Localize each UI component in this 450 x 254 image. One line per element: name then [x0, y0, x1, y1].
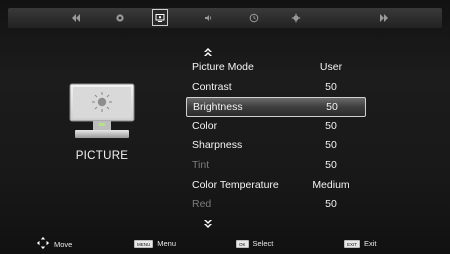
select-hint: OK Select	[236, 239, 273, 248]
move-hint-label: Move	[54, 240, 73, 249]
menu-item-value: 50	[325, 158, 337, 171]
picture-menu-list: Picture Mode User Contrast 50 Brightness…	[186, 58, 366, 215]
gear-icon[interactable]	[288, 10, 304, 26]
menu-item-label: Picture Mode	[192, 61, 254, 73]
key-hint-bar: Move MENU Menu OK Select EXIT Exit	[0, 234, 450, 254]
menu-item-label: Contrast	[192, 80, 232, 93]
move-hint: Move	[36, 236, 73, 250]
ok-key-icon: OK	[236, 239, 249, 248]
picture-monitor-icon[interactable]	[152, 9, 168, 26]
exit-hint-label: Exit	[364, 239, 377, 248]
blank-tab[interactable]	[334, 10, 364, 26]
menu-item-sharpness[interactable]: Sharpness 50	[186, 136, 366, 156]
menu-item-label: Red	[192, 198, 212, 211]
menu-item-picture-mode[interactable]: Picture Mode User	[186, 58, 366, 78]
speaker-icon[interactable]	[200, 10, 216, 26]
menu-item-label: Color Temperature	[192, 178, 279, 191]
menu-item-value: 50	[325, 139, 337, 152]
menu-item-color[interactable]: Color 50	[186, 117, 366, 137]
exit-hint: EXIT Exit	[344, 239, 377, 248]
menu-item-value: 50	[326, 101, 338, 114]
top-tab-bar	[8, 8, 442, 28]
menu-item-color-temperature[interactable]: Color Temperature Medium	[186, 176, 366, 196]
menu-item-value: User	[319, 61, 343, 73]
menu-item-label: Sharpness	[192, 139, 243, 152]
exit-key-icon: EXIT	[344, 239, 361, 248]
rewind-icon[interactable]	[68, 10, 84, 26]
menu-item-tint: Tint 50	[186, 156, 366, 176]
monitor-sun-icon	[69, 83, 135, 141]
menu-item-label: Brightness	[193, 101, 243, 114]
scroll-down-icon[interactable]	[202, 216, 214, 228]
menu-item-value: 50	[325, 198, 337, 211]
menu-item-label: Color	[192, 119, 218, 132]
select-hint-label: Select	[252, 239, 274, 248]
menu-item-contrast[interactable]: Contrast 50	[186, 78, 366, 98]
menu-item-label: Tint	[192, 158, 210, 171]
menu-item-value: 50	[325, 119, 337, 132]
menu-item-value: 50	[325, 80, 337, 93]
menu-item-red: Red 50	[186, 195, 366, 215]
clock-icon[interactable]	[246, 10, 262, 26]
menu-hint-label: Menu	[157, 239, 177, 248]
forward-icon[interactable]	[376, 10, 392, 26]
menu-hint: MENU Menu	[134, 239, 176, 248]
section-label: PICTURE	[75, 150, 129, 162]
menu-key-icon: MENU	[134, 239, 154, 248]
settings-dial-icon[interactable]	[112, 10, 128, 26]
dpad-icon	[36, 236, 50, 250]
scroll-up-icon[interactable]	[202, 44, 214, 56]
menu-item-brightness[interactable]: Brightness 50	[186, 97, 366, 117]
tv-osd-screen: PICTURE Picture Mode User Contrast 50 Br…	[0, 0, 450, 254]
menu-item-value: Medium	[312, 178, 350, 191]
